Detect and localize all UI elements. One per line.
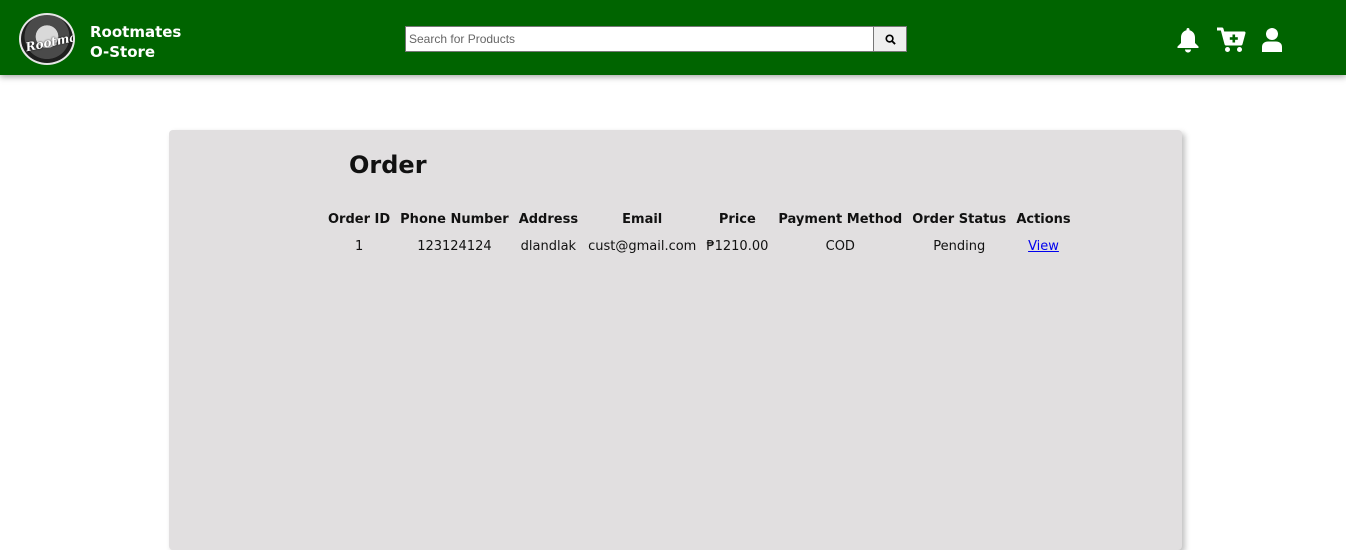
logo-text: Rootmates	[24, 25, 75, 55]
column-header-email: Email	[622, 212, 663, 227]
order-id-cell: 1	[354, 239, 364, 254]
view-order-link[interactable]: View	[1028, 239, 1059, 254]
order-card	[169, 130, 1182, 550]
notifications-button[interactable]	[1174, 26, 1202, 54]
search-button[interactable]	[873, 26, 907, 52]
top-navbar: Rootmates Rootmates O-Store	[0, 0, 1346, 75]
column-header-order-status: Order Status	[912, 212, 1007, 227]
brand-name[interactable]: Rootmates O-Store	[90, 22, 181, 62]
bell-icon	[1177, 28, 1199, 53]
order-status-cell: Pending	[933, 239, 986, 254]
search-icon	[884, 33, 896, 45]
brand-line-2: O-Store	[90, 43, 156, 61]
cart-button[interactable]	[1215, 26, 1247, 54]
account-button[interactable]	[1258, 26, 1286, 54]
store-logo[interactable]: Rootmates	[19, 13, 75, 65]
column-header-price: Price	[718, 212, 756, 227]
column-header-order-id: Order ID	[328, 212, 391, 227]
table-row: 1 123124124 dlandlak cust@gmail.com ₱121…	[323, 233, 1076, 260]
phone-cell: 123124124	[417, 239, 492, 254]
column-header-payment-method: Payment Method	[778, 212, 903, 227]
price-cell: ₱1210.00	[706, 239, 769, 254]
actions-cell: View	[1011, 233, 1075, 260]
payment-method-cell: COD	[825, 239, 855, 254]
column-header-address: Address	[518, 212, 579, 227]
table-header-row: Order ID Phone Number Address Email Pric…	[323, 206, 1076, 233]
search-input[interactable]	[405, 26, 873, 52]
user-icon	[1262, 28, 1282, 52]
brand-line-1: Rootmates	[90, 23, 182, 41]
address-cell: dlandlak	[520, 239, 577, 254]
column-header-phone: Phone Number	[400, 212, 509, 227]
column-header-actions: Actions	[1016, 212, 1071, 227]
page-title: Order	[349, 151, 427, 179]
email-cell: cust@gmail.com	[588, 239, 697, 254]
cart-add-icon	[1217, 27, 1246, 52]
orders-table: Order ID Phone Number Address Email Pric…	[323, 206, 1076, 260]
